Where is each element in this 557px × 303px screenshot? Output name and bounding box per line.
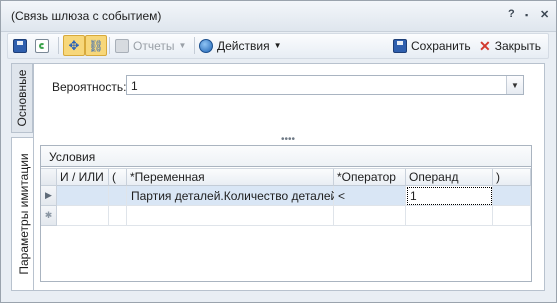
close-label: Закрыть <box>494 38 541 53</box>
save-icon-button[interactable] <box>13 36 27 55</box>
window: (Связь шлюза с событием) ? ▪ ✕ ✥ ⛓ Отчет… <box>0 0 557 303</box>
actions-label: Действия <box>217 38 270 53</box>
vertical-tab-strip: Основные Параметры имитации <box>11 63 35 291</box>
column-header-operand[interactable]: Операнд <box>406 169 493 186</box>
chevron-down-icon[interactable]: ▼ <box>506 76 523 94</box>
probability-label: Вероятность: <box>52 80 127 94</box>
floppy-disk-icon <box>13 38 27 53</box>
chevron-down-icon: ▼ <box>273 41 282 50</box>
column-header-variable[interactable]: *Переменная <box>127 169 334 186</box>
link-mode-button[interactable]: ⛓ <box>85 35 107 56</box>
tab-main-label: Основные <box>15 69 29 127</box>
simulation-panel: Вероятность: 1 ▼ •••• Условия И / ИЛИ ( … <box>33 63 545 291</box>
window-title: (Связь шлюза с событием) <box>11 9 162 23</box>
floppy-disk-icon <box>393 38 407 53</box>
move-arrows-icon: ✥ <box>68 38 80 53</box>
refresh-button[interactable] <box>35 36 49 55</box>
title-bar: (Связь шлюза с событием) ? ▪ ✕ <box>1 1 556 32</box>
grid-corner <box>41 169 57 186</box>
conditions-grid: И / ИЛИ ( *Переменная *Оператор Операнд … <box>41 168 531 282</box>
save-button[interactable]: Сохранить <box>393 36 471 55</box>
reports-label: Отчеты <box>133 38 175 53</box>
save-label: Сохранить <box>411 38 471 53</box>
globe-actions-icon <box>199 38 213 53</box>
new-cell[interactable] <box>127 206 334 226</box>
restore-button[interactable]: ▪ <box>525 10 528 20</box>
toolbar: ✥ ⛓ Отчеты ▼ Действия ▼ Сохранить ✕ Закр… <box>7 33 549 59</box>
splitter-grip[interactable]: •••• <box>281 134 295 145</box>
help-button[interactable]: ? <box>508 8 515 20</box>
column-header-operator[interactable]: *Оператор <box>334 169 406 186</box>
chevron-down-icon: ▼ <box>178 41 187 50</box>
move-mode-button[interactable]: ✥ <box>63 35 85 56</box>
printer-icon <box>115 38 129 53</box>
new-cell[interactable] <box>493 206 531 226</box>
link-chain-icon: ⛓ <box>88 38 104 53</box>
column-header-open-paren[interactable]: ( <box>109 169 127 186</box>
tab-simulation-label: Параметры имитации <box>16 153 31 275</box>
probability-combobox[interactable]: 1 ▼ <box>126 75 524 95</box>
new-cell[interactable] <box>406 206 493 226</box>
tab-main[interactable]: Основные <box>11 63 33 133</box>
column-header-close-paren[interactable]: ) <box>493 169 531 186</box>
cell-and-or[interactable] <box>57 186 109 206</box>
cell-variable[interactable]: Партия деталей.Количество деталей <box>127 186 337 206</box>
window-close-button[interactable]: ✕ <box>540 8 549 21</box>
conditions-title: Условия <box>49 150 96 164</box>
close-x-icon: ✕ <box>479 37 491 54</box>
cell-close-paren[interactable] <box>493 186 531 206</box>
new-cell[interactable] <box>334 206 406 226</box>
cell-operand[interactable]: 1 <box>406 186 493 206</box>
new-cell[interactable] <box>109 206 127 226</box>
reports-dropdown[interactable]: Отчеты ▼ <box>115 36 186 55</box>
conditions-caption: Условия <box>41 146 531 167</box>
new-cell[interactable] <box>57 206 109 226</box>
row-indicator-arrow-icon[interactable]: ▶ <box>41 186 57 206</box>
new-row-asterisk-icon: ✱ <box>41 206 57 226</box>
actions-dropdown[interactable]: Действия ▼ <box>199 36 282 55</box>
refresh-document-icon <box>35 38 49 53</box>
column-header-and-or[interactable]: И / ИЛИ <box>57 169 109 186</box>
tab-simulation-params[interactable]: Параметры имитации <box>11 137 35 291</box>
probability-value: 1 <box>131 79 138 93</box>
cell-operator[interactable]: < <box>334 186 406 206</box>
close-button[interactable]: ✕ Закрыть <box>479 36 541 55</box>
conditions-group: Условия И / ИЛИ ( *Переменная *Оператор … <box>40 145 532 282</box>
cell-open-paren[interactable] <box>109 186 127 206</box>
